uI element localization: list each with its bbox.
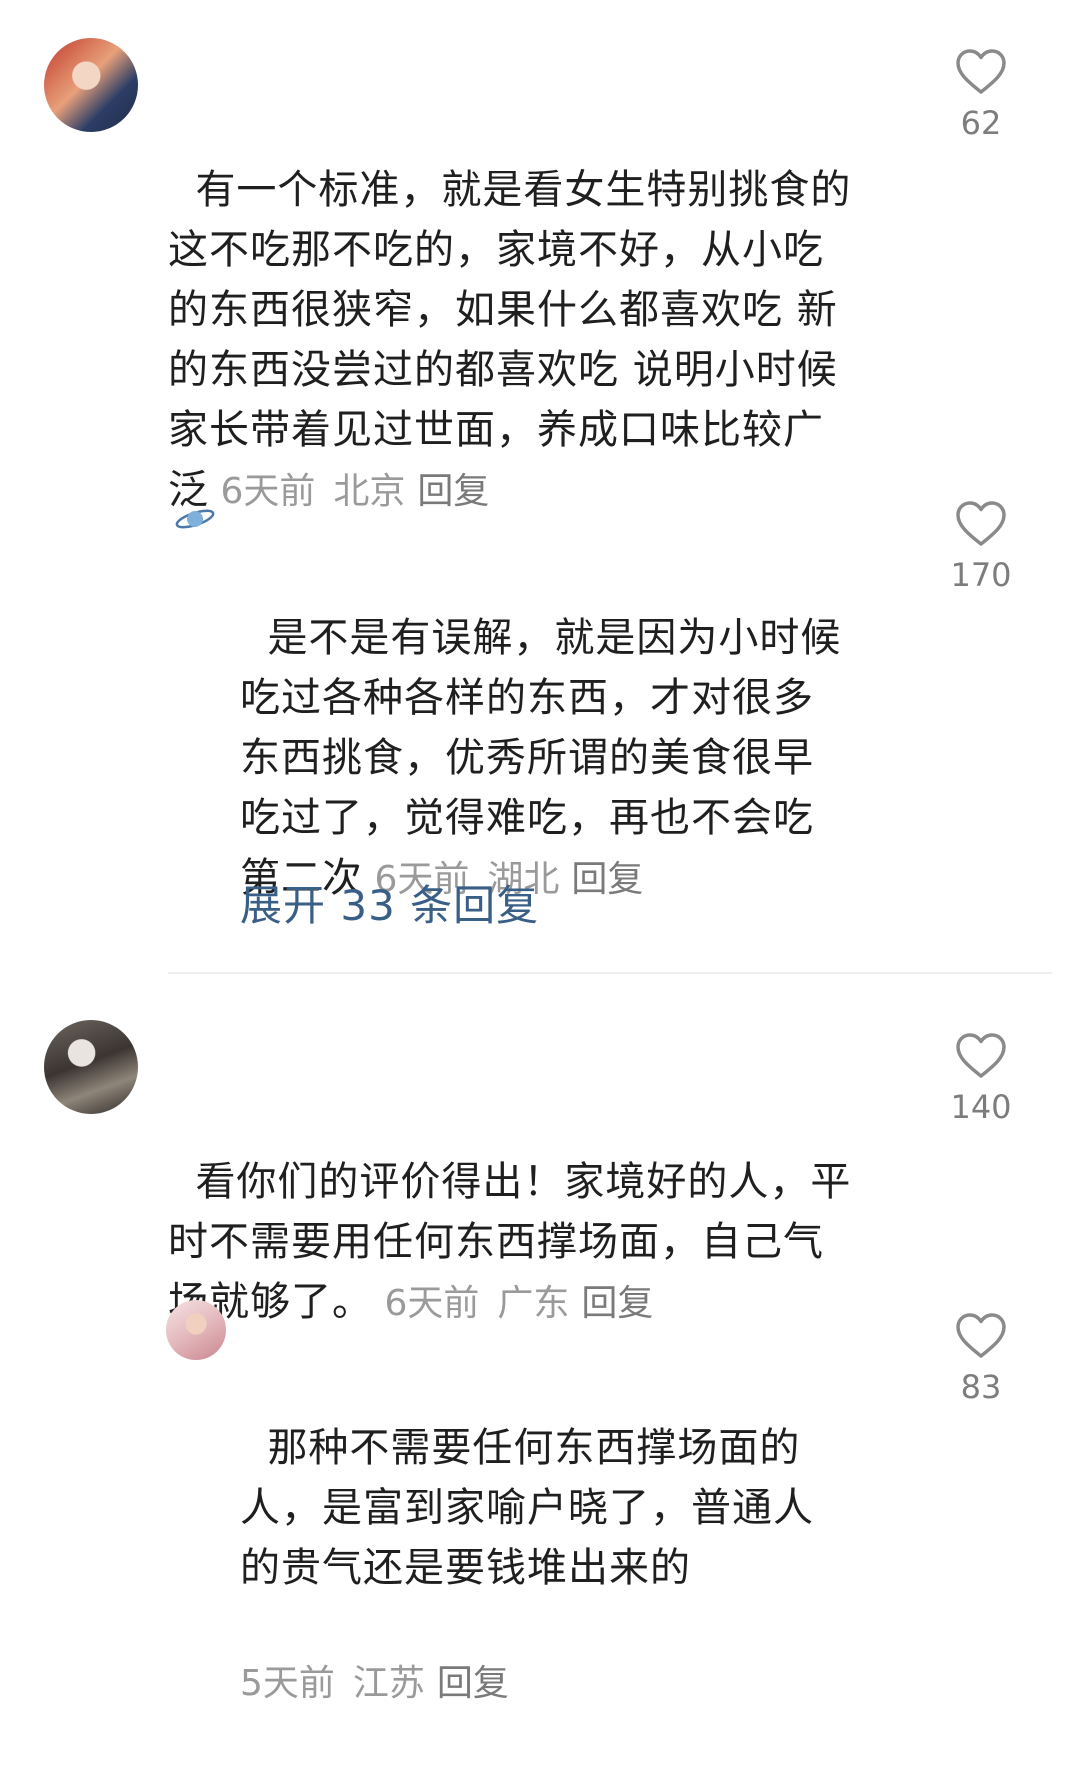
planet-icon [175,509,215,529]
comment-1: 有一个标准，就是看女生特别挑食的 这不吃那不吃的，家境不好，从小吃 的东西很狭窄… [168,100,851,522]
like-button[interactable]: 140 [936,1032,1026,1126]
like-count: 62 [960,104,1002,142]
like-count: 170 [950,556,1012,594]
comment-2-time: 6天前 [384,1283,480,1324]
reply-2-meta: 5天前 江苏 回复 [240,1658,814,1710]
comment-2: 看你们的评价得出！家境好的人，平 时不需要用任何东西撑场面，自己气 场就够了。 … [168,1092,851,1334]
heart-outline-icon [956,1033,1006,1078]
reply-2: 那种不需要任何东西撑场面的 人，是富到家喻户晓了，普通人 的贵气还是要钱堆出来的… [240,1358,814,1770]
avatar[interactable] [166,1300,226,1360]
expand-replies-link[interactable]: 展开 33 条回复 [240,872,539,933]
heart-outline-icon [956,501,1006,546]
like-button[interactable]: 170 [936,500,1026,594]
comment-2-meta: 6天前 广东 回复 [373,1283,653,1324]
reply-button[interactable]: 回复 [437,1663,509,1704]
like-button[interactable]: 83 [936,1312,1026,1406]
avatar[interactable] [44,38,138,132]
like-count: 140 [950,1088,1012,1126]
comment-1-meta: 6天前 北京 回复 [209,471,489,512]
reply-button[interactable]: 回复 [581,1283,653,1324]
like-count: 83 [960,1368,1002,1406]
reply-2-text: 那种不需要任何东西撑场面的 人，是富到家喻户晓了，普通人 的贵气还是要钱堆出来的 [240,1425,814,1591]
reply-1: 是不是有误解，就是因为小时候 吃过各种各样的东西，才对很多 东西挑食，优秀所谓的… [240,548,841,910]
comment-1-text: 有一个标准，就是看女生特别挑食的 这不吃那不吃的，家境不好，从小吃 的东西很狭窄… [168,167,852,513]
avatar[interactable] [44,1020,138,1114]
reply-button[interactable]: 回复 [571,859,643,900]
like-button[interactable]: 62 [936,48,1026,142]
divider [168,972,1052,974]
heart-outline-icon [956,1313,1006,1358]
comment-1-time: 6天前 [220,471,316,512]
reply-2-time: 5天前 [240,1663,335,1704]
heart-outline-icon [956,49,1006,94]
comment-2-location: 广东 [497,1283,570,1324]
reply-button[interactable]: 回复 [417,471,489,512]
reply-2-location: 江苏 [352,1663,425,1704]
comment-1-location: 北京 [333,471,406,512]
